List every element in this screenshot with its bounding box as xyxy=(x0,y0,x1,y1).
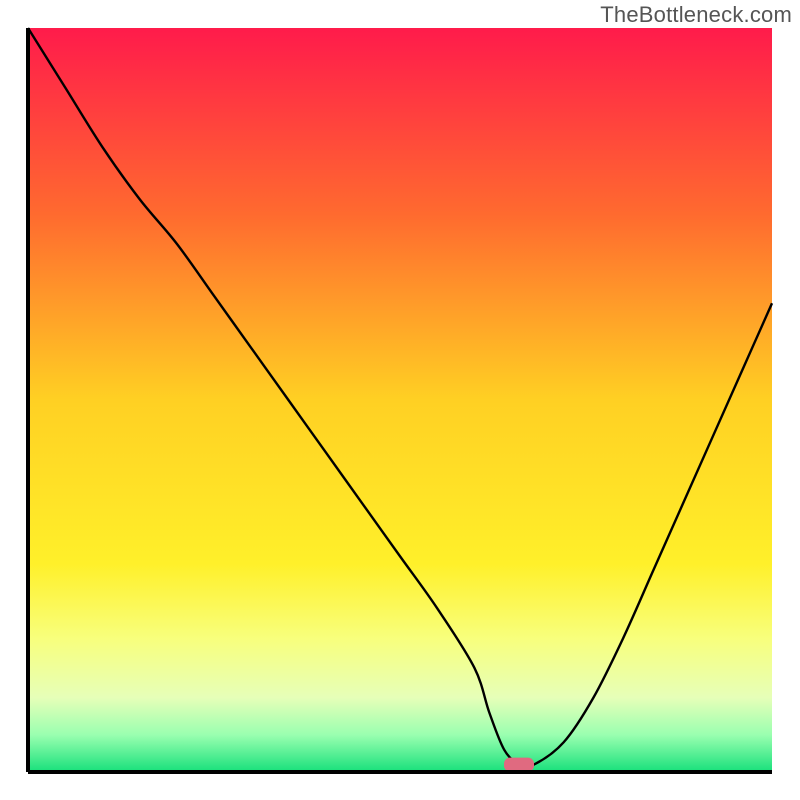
bottleneck-chart xyxy=(0,0,800,800)
optimal-marker xyxy=(504,758,534,772)
chart-container: TheBottleneck.com xyxy=(0,0,800,800)
plot-background xyxy=(28,28,772,772)
watermark-text: TheBottleneck.com xyxy=(600,2,792,28)
